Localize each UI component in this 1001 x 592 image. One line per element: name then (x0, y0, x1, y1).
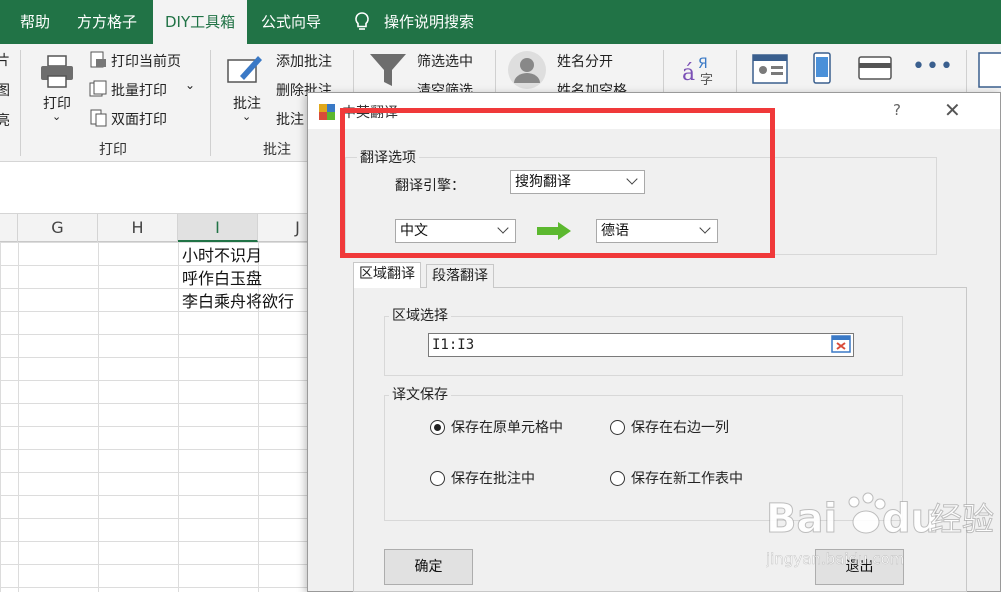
svg-text:经验: 经验 (930, 500, 994, 538)
range-legend: 区域选择 (389, 305, 451, 325)
more-options-icon[interactable]: ••• (912, 54, 954, 79)
tab-fangfang[interactable]: 方方格子 (77, 0, 137, 44)
chevron-down-icon[interactable]: ⌄ (242, 110, 251, 123)
comment-more-button[interactable]: 批注 (276, 109, 304, 129)
baidu-watermark: Bai du 经验 jingyan.baidu.com (765, 480, 996, 576)
tab-help[interactable]: 帮助 (20, 0, 50, 44)
bank-card-icon[interactable] (858, 56, 892, 80)
column-header-h[interactable]: H (98, 214, 178, 242)
duplex-print-button[interactable]: 双面打印 (111, 109, 167, 129)
chevron-down-icon[interactable]: ⌄ (185, 78, 195, 92)
print-page-icon (90, 51, 106, 68)
chevron-down-icon[interactable]: ⌄ (52, 110, 61, 123)
tab-diy-toolbox[interactable]: DIY工具箱 (153, 0, 248, 44)
range-input[interactable]: I1:I3 (428, 333, 854, 357)
person-avatar-icon[interactable] (507, 50, 547, 90)
radio-save-new-sheet[interactable] (610, 471, 625, 486)
add-comment-button[interactable]: 添加批注 (276, 51, 332, 71)
radio-save-comment[interactable] (430, 471, 445, 486)
chevron-down-icon (626, 173, 638, 185)
baidu-logo-icon: Bai du 经验 jingyan.baidu.com (765, 492, 995, 568)
save-original-label[interactable]: 保存在原单元格中 (451, 417, 563, 437)
dialog-title: 中英翻译 (342, 105, 398, 121)
lightbulb-icon (355, 12, 369, 30)
filter-funnel-icon[interactable] (368, 52, 408, 88)
tab-range-translate[interactable]: 区域翻译 (353, 262, 421, 288)
range-picker-icon[interactable] (831, 335, 851, 353)
ok-button[interactable]: 确定 (384, 549, 473, 585)
chevron-down-icon (497, 222, 509, 234)
engine-label: 翻译引擎： (395, 178, 465, 194)
tab-formula-wizard[interactable]: 公式向导 (261, 0, 321, 44)
arrow-right-icon (537, 222, 571, 240)
cell-i2[interactable]: 呼作白玉盘 (182, 265, 262, 289)
svg-text:Bai: Bai (766, 496, 837, 542)
options-legend: 翻译选项 (357, 147, 419, 167)
id-card-icon[interactable] (752, 54, 788, 84)
save-new-sheet-label[interactable]: 保存在新工作表中 (631, 468, 743, 488)
chevron-down-icon (699, 222, 711, 234)
duplex-print-icon (90, 109, 107, 127)
cell-i1[interactable]: 小时不识月 (182, 242, 262, 266)
translate-icon[interactable]: á Я 字 (680, 52, 718, 88)
batch-print-icon (89, 80, 107, 97)
filter-selected-button[interactable]: 筛选选中 (417, 51, 473, 71)
radio-save-right-column[interactable] (610, 420, 625, 435)
help-button[interactable]: ? (893, 101, 901, 119)
svg-text:Я: Я (698, 56, 708, 72)
tab-paragraph-translate[interactable]: 段落翻译 (426, 264, 494, 288)
column-header-prev[interactable] (0, 214, 18, 242)
svg-text:á: á (682, 61, 695, 86)
source-language-select[interactable]: 中文 (395, 219, 516, 243)
radio-save-original[interactable] (430, 420, 445, 435)
ribbon-tab-bar: 帮助 方方格子 DIY工具箱 公式向导 操作说明搜索 (0, 0, 1001, 44)
tab-search-help[interactable]: 操作说明搜索 (384, 0, 474, 44)
print-group-label: 打印 (99, 142, 127, 158)
document-icon[interactable] (978, 52, 1001, 88)
column-header-i[interactable]: I (178, 214, 258, 242)
save-legend: 译文保存 (389, 384, 451, 404)
ribbon-partial-2: 图 (0, 83, 10, 99)
app-icon (319, 104, 335, 120)
split-name-button[interactable]: 姓名分开 (557, 51, 613, 71)
engine-select[interactable]: 搜狗翻译 (510, 170, 645, 194)
svg-text:jingyan.baidu.com: jingyan.baidu.com (766, 550, 904, 568)
batch-print-button[interactable]: 批量打印 (111, 80, 167, 100)
ribbon-partial-3: 亮 (0, 113, 10, 129)
close-button[interactable]: ✕ (944, 98, 961, 122)
print-current-page-button[interactable]: 打印当前页 (111, 51, 181, 71)
comment-pen-icon[interactable] (224, 50, 264, 90)
ribbon-partial-1: 片 (0, 53, 10, 69)
save-comment-label[interactable]: 保存在批注中 (451, 468, 535, 488)
comment-group-label: 批注 (263, 142, 291, 158)
column-header-g[interactable]: G (18, 214, 98, 242)
mobile-phone-icon[interactable] (812, 52, 832, 84)
dialog-title-bar[interactable]: 中英翻译 ? ✕ (308, 93, 1000, 129)
svg-text:字: 字 (700, 73, 713, 88)
target-language-select[interactable]: 德语 (596, 219, 718, 243)
cell-i3[interactable]: 李白乘舟将欲行 (182, 288, 294, 312)
save-right-column-label[interactable]: 保存在右边一列 (631, 417, 729, 437)
printer-icon[interactable] (38, 52, 76, 90)
